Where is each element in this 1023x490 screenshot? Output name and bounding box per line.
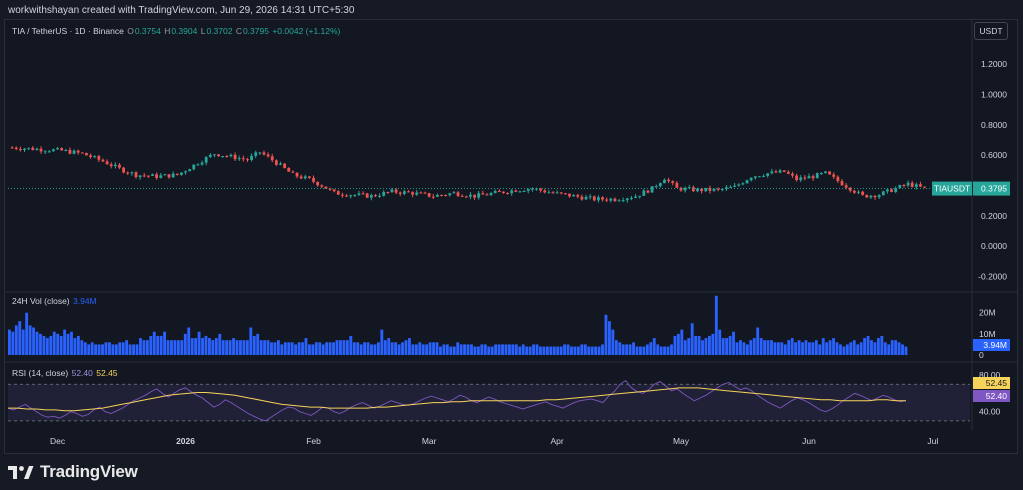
rsi-value: 52.40 bbox=[71, 368, 93, 378]
high-label: H bbox=[164, 26, 171, 36]
close-value: 0.3795 bbox=[242, 26, 269, 36]
rsi-label: RSI (14, close) bbox=[12, 368, 69, 378]
chart-frame[interactable] bbox=[4, 19, 1018, 454]
tradingview-logo-icon bbox=[8, 466, 34, 479]
rsi-ma-value: 52.45 bbox=[96, 368, 118, 378]
footer-brand-block: TradingView bbox=[8, 462, 138, 482]
open-value: 0.3754 bbox=[134, 26, 161, 36]
high-value: 0.3904 bbox=[171, 26, 198, 36]
open-label: O bbox=[127, 26, 134, 36]
volume-value: 3.94M bbox=[73, 296, 97, 306]
close-label: C bbox=[235, 26, 242, 36]
footer-brand-text: TradingView bbox=[40, 462, 138, 481]
volume-legend: 24H Vol (close) 3.94M bbox=[12, 296, 98, 306]
currency-button[interactable]: USDT bbox=[974, 22, 1008, 40]
symbol-title: TIA / TetherUS · 1D · Binance bbox=[12, 26, 124, 36]
symbol-legend: TIA / TetherUS · 1D · Binance O0.3754 H0… bbox=[12, 26, 341, 36]
change-value: +0.0042 (+1.12%) bbox=[272, 26, 341, 36]
low-value: 0.3702 bbox=[206, 26, 233, 36]
volume-label: 24H Vol (close) bbox=[12, 296, 70, 306]
chart-caption: workwithshayan created with TradingView.… bbox=[8, 5, 355, 16]
low-label: L bbox=[200, 26, 206, 36]
rsi-legend: RSI (14, close) 52.40 52.45 bbox=[12, 368, 119, 378]
